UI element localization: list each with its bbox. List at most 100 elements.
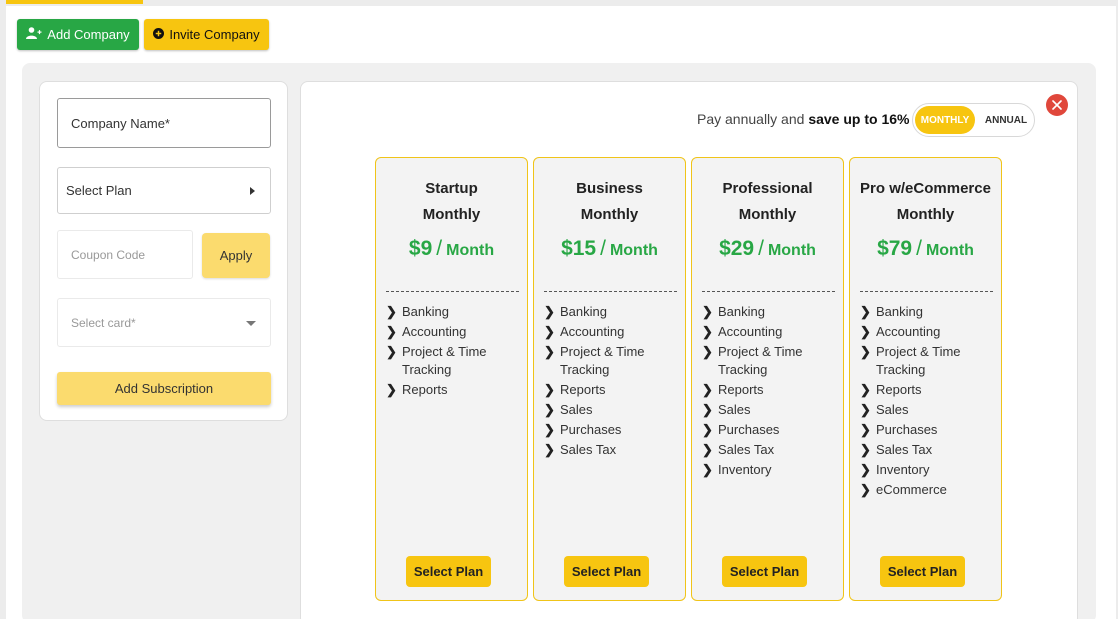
- plan-feature-label: Inventory: [718, 462, 772, 477]
- apply-coupon-button[interactable]: Apply: [202, 233, 270, 278]
- chevron-right-icon: ❯: [860, 324, 871, 339]
- price-separator: /: [916, 237, 922, 260]
- plan-feature-item: ❯ Project & Time Tracking: [860, 343, 995, 379]
- chevron-right-icon: ❯: [860, 442, 871, 457]
- plan-feature-item: ❯ Accounting: [860, 323, 995, 341]
- plan-feature-item: ❯ Project & Time Tracking: [386, 343, 521, 379]
- plan-feature-item: ❯ Purchases: [544, 421, 679, 439]
- plan-card: Pro w/eCommerce Monthly $79/Month ❯ Banking ❯…: [849, 157, 1002, 601]
- plan-feature-label: Banking: [402, 304, 449, 319]
- chevron-right-icon: ❯: [386, 324, 397, 339]
- chevron-right-icon: ❯: [702, 382, 713, 397]
- select-plan-button[interactable]: Select Plan: [406, 556, 491, 587]
- plan-feature-item: ❯ Reports: [544, 381, 679, 399]
- plan-feature-label: Purchases: [876, 422, 938, 437]
- invite-company-button[interactable]: Invite Company: [144, 19, 269, 50]
- toggle-annual[interactable]: ANNUAL: [979, 106, 1033, 134]
- chevron-right-icon: ❯: [860, 422, 871, 437]
- add-company-label: Add Company: [47, 27, 130, 42]
- add-subscription-button[interactable]: Add Subscription: [57, 372, 271, 405]
- select-card-dropdown[interactable]: Select card*: [57, 298, 271, 347]
- close-icon: [1052, 100, 1062, 110]
- chevron-right-icon: ❯: [702, 462, 713, 477]
- chevron-right-icon: ❯: [702, 324, 713, 339]
- plan-feature-label: Reports: [718, 382, 764, 397]
- select-card-placeholder: Select card*: [71, 315, 136, 330]
- chevron-right-icon: ❯: [386, 344, 397, 359]
- select-plan-button[interactable]: Select Plan: [880, 556, 965, 587]
- plan-feature-item: ❯ Banking: [386, 303, 521, 321]
- plan-feature-list: ❯ Banking ❯ Accounting ❯ Project & Time Track…: [860, 303, 995, 501]
- chevron-right-icon: ❯: [386, 304, 397, 319]
- close-button[interactable]: [1046, 94, 1068, 116]
- plan-price-unit: Month: [609, 242, 658, 259]
- chevron-right-icon: ❯: [860, 402, 871, 417]
- add-subscription-label: Add Subscription: [114, 381, 214, 396]
- chevron-right-icon: ❯: [544, 442, 555, 457]
- plan-period: Monthly: [896, 206, 955, 223]
- chevron-right-icon: ❯: [702, 442, 713, 457]
- user-plus-icon: [26, 27, 42, 42]
- plan-feature-label: Accounting: [402, 324, 467, 339]
- plan-period: Monthly: [580, 206, 639, 223]
- plan-feature-list: ❯ Banking ❯ Accounting ❯ Project & Time Track…: [386, 303, 521, 401]
- active-tab-indicator: [6, 0, 143, 4]
- chevron-right-icon: ❯: [544, 382, 555, 397]
- select-plan-button[interactable]: Select Plan: [564, 556, 649, 587]
- plan-feature-label: Banking: [718, 304, 765, 319]
- plan-price-amount: $79: [877, 237, 913, 260]
- plan-feature-label: Accounting: [718, 324, 783, 339]
- plan-feature-label: Project & Time Tracking: [876, 344, 961, 377]
- plan-price-amount: $9: [408, 237, 433, 260]
- plan-feature-label: Purchases: [560, 422, 622, 437]
- plan-feature-label: Project & Time Tracking: [718, 344, 803, 377]
- chevron-right-icon: ❯: [860, 344, 871, 359]
- plan-price: $9/Month: [376, 237, 527, 261]
- toggle-monthly[interactable]: MONTHLY: [915, 106, 975, 134]
- plan-feature-label: Purchases: [718, 422, 780, 437]
- plan-feature-label: Sales: [876, 402, 909, 417]
- billing-period-toggle[interactable]: MONTHLY ANNUAL: [912, 103, 1035, 137]
- plan-name: Business: [576, 180, 643, 197]
- plan-feature-label: Banking: [876, 304, 923, 319]
- plan-divider: [702, 291, 835, 292]
- chevron-right-icon: ❯: [544, 344, 555, 359]
- plan-feature-item: ❯ Accounting: [386, 323, 521, 341]
- plan-feature-label: Reports: [402, 382, 448, 397]
- plan-divider: [386, 291, 519, 292]
- plan-card: Professional Monthly $29/Month ❯ Banking ❯ Acc…: [691, 157, 844, 601]
- plan-feature-item: ❯ Reports: [702, 381, 837, 399]
- annual-savings-text: Pay annually and save up to 16%: [697, 111, 909, 127]
- plan-card: Startup Monthly $9/Month ❯ Banking ❯ Accountin…: [375, 157, 528, 601]
- plan-feature-label: Reports: [560, 382, 606, 397]
- plan-feature-label: Reports: [876, 382, 922, 397]
- plan-feature-item: ❯ Sales: [702, 401, 837, 419]
- plan-feature-label: Sales: [560, 402, 593, 417]
- plan-feature-label: Inventory: [876, 462, 930, 477]
- chevron-right-icon: ❯: [544, 304, 555, 319]
- coupon-code-input[interactable]: Coupon Code: [57, 230, 193, 279]
- chevron-right-icon: ❯: [702, 422, 713, 437]
- plan-price-amount: $15: [561, 237, 597, 260]
- select-plan-dropdown[interactable]: Select Plan: [57, 167, 271, 214]
- chevron-right-icon: ❯: [544, 324, 555, 339]
- chevron-right-icon: ❯: [860, 304, 871, 319]
- price-separator: /: [758, 237, 764, 260]
- top-strip: [6, 0, 1116, 6]
- plan-feature-item: ❯ eCommerce: [860, 481, 995, 499]
- add-company-button[interactable]: Add Company: [17, 19, 139, 50]
- select-plan-button[interactable]: Select Plan: [722, 556, 807, 587]
- plan-name: Professional: [722, 180, 813, 197]
- chevron-right-icon: ❯: [702, 402, 713, 417]
- plan-feature-label: Project & Time Tracking: [402, 344, 487, 377]
- plan-feature-item: ❯ Sales Tax: [544, 441, 679, 459]
- apply-label: Apply: [219, 248, 253, 263]
- chevron-right-icon: ❯: [860, 382, 871, 397]
- plan-feature-item: ❯ Accounting: [702, 323, 837, 341]
- plan-feature-item: ❯ Banking: [860, 303, 995, 321]
- company-name-input[interactable]: Company Name*: [57, 98, 271, 148]
- plan-feature-label: Sales Tax: [876, 442, 933, 457]
- company-name-placeholder: Company Name*: [71, 115, 170, 131]
- plus-circle-icon: [153, 27, 165, 42]
- plan-feature-label: Sales: [718, 402, 751, 417]
